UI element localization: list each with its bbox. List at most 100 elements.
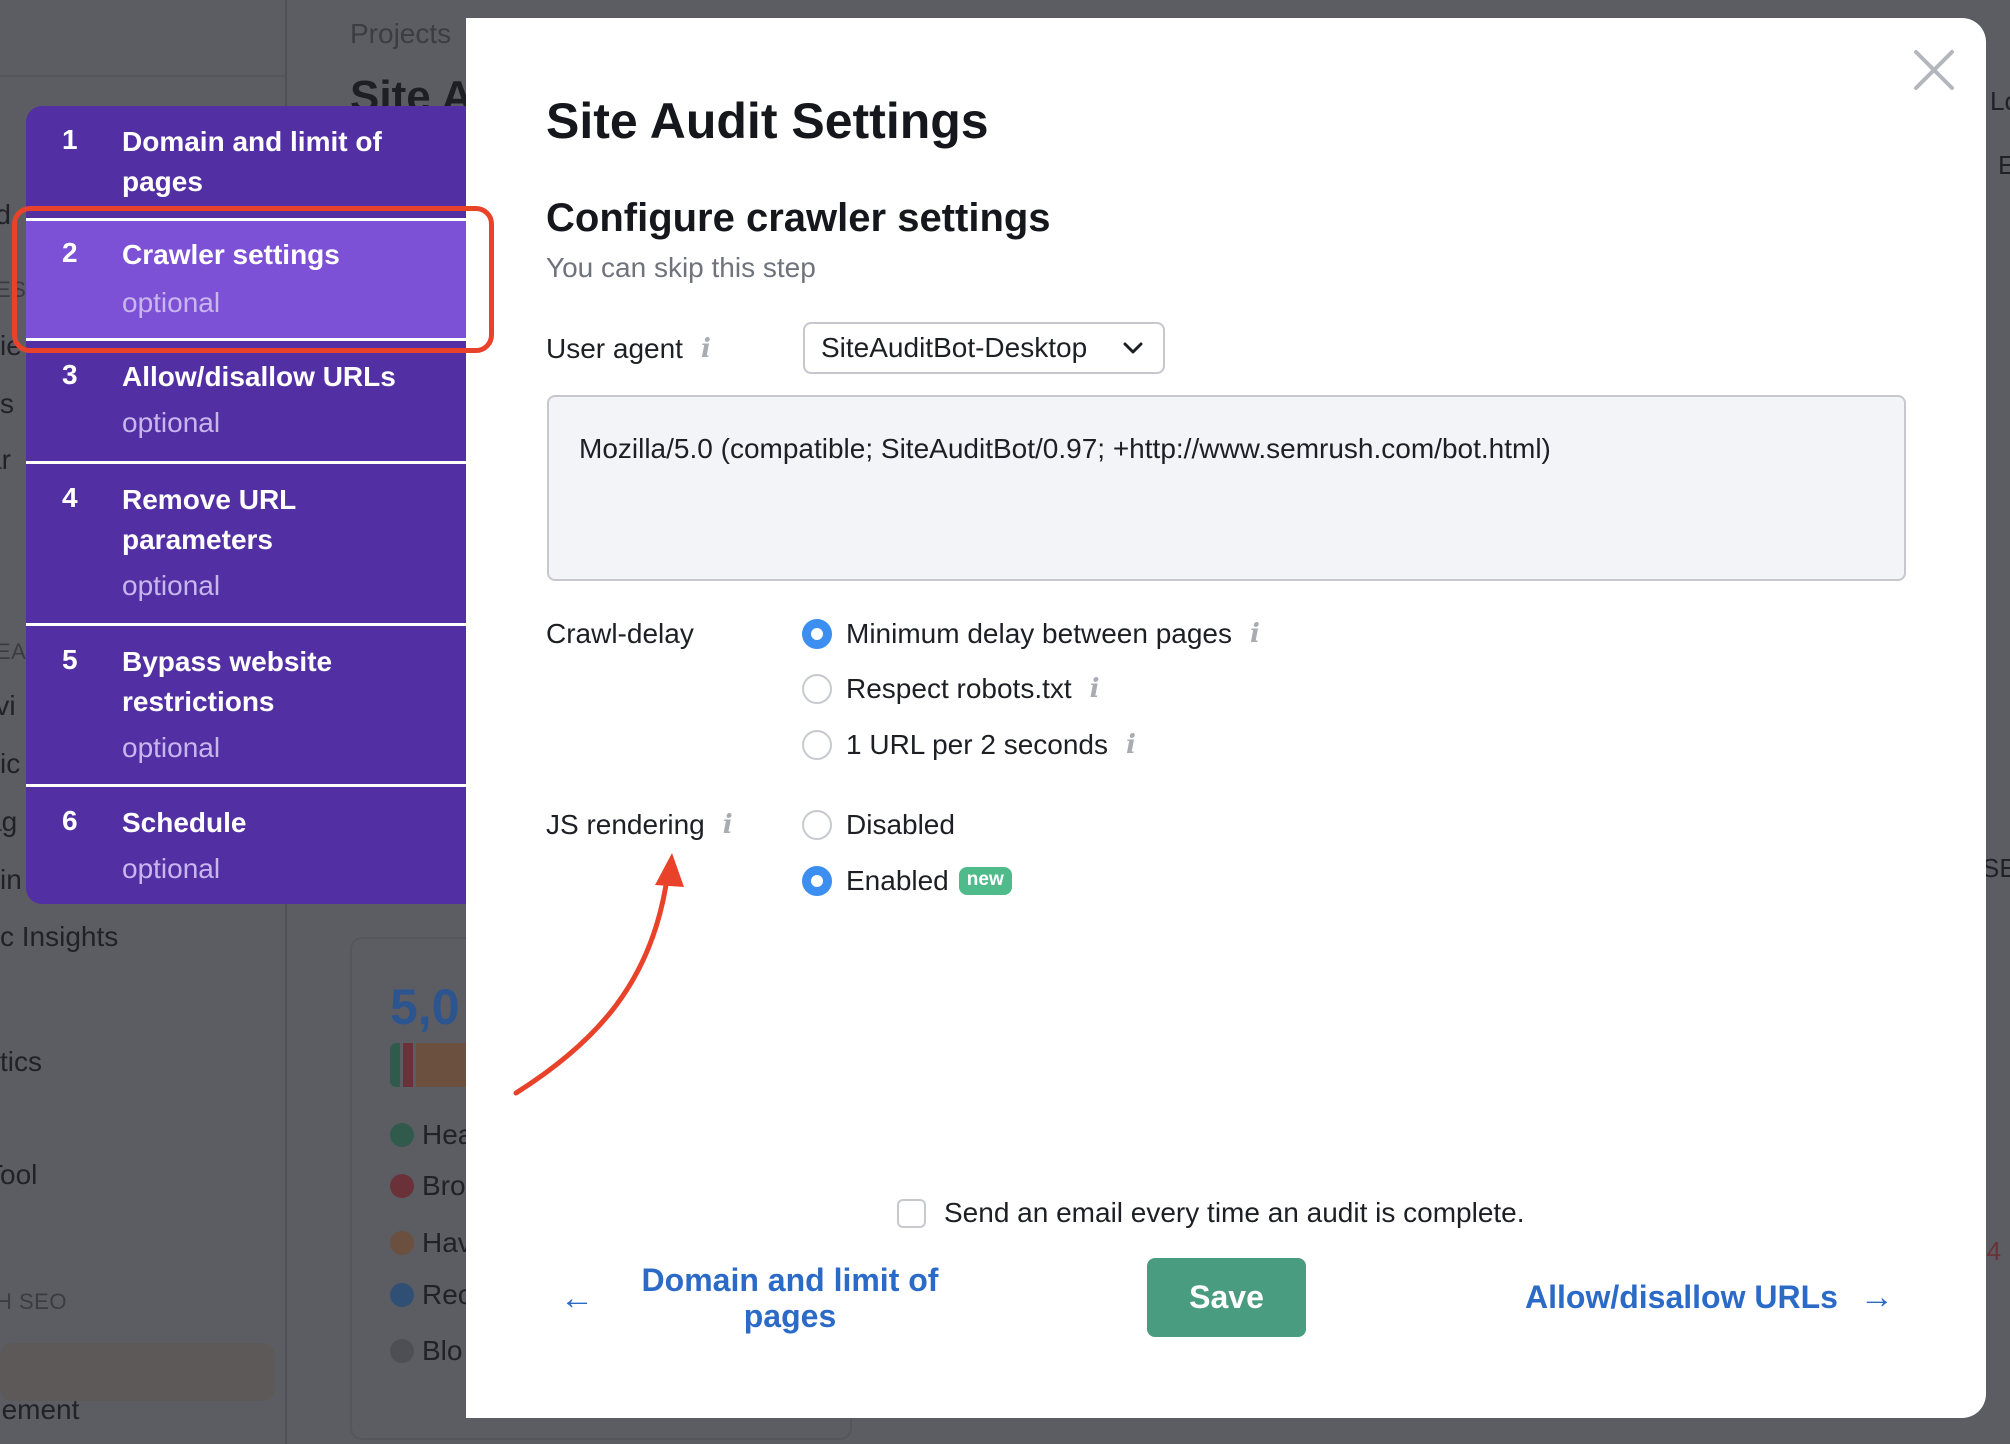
radio-one-url-per-2-seconds[interactable]: 1 URL per 2 seconds i (802, 729, 1136, 761)
user-agent-select[interactable]: SiteAuditBot-Desktop (803, 322, 1165, 374)
bar-segment (390, 1043, 400, 1087)
arrow-left-icon: ← (560, 1278, 594, 1317)
email-notification-checkbox-row[interactable]: Send an email every time an audit is com… (897, 1197, 1525, 1229)
step-number: 3 (62, 359, 78, 390)
bar-segment (403, 1043, 413, 1087)
email-notification-label: Send an email every time an audit is com… (944, 1197, 1525, 1228)
step-optional-label: optional (122, 407, 221, 438)
radio-button[interactable] (802, 810, 832, 840)
background-sidebar-item: c Insights (0, 921, 119, 952)
modal-title: Site Audit Settings (546, 93, 989, 149)
background-sidebar-item: gement (0, 1394, 80, 1425)
step-title: Bypass website restrictions (122, 646, 333, 717)
background-right-text: SEC (1982, 853, 2010, 883)
step-number: 1 (62, 124, 78, 155)
next-button[interactable]: Allow/disallow URLs → (1525, 1278, 1894, 1317)
step-bypass-website-restrictions[interactable]: 5 Bypass website restrictions optional (26, 626, 466, 784)
legend-label: Bro (422, 1170, 466, 1201)
step-schedule[interactable]: 6 Schedule optional (26, 787, 466, 904)
chevron-down-icon (1123, 342, 1143, 354)
background-sidebar-item: ytics (0, 1046, 42, 1077)
background-right-text: Lo (1990, 86, 2010, 116)
arrow-right-icon: → (1859, 1278, 1894, 1316)
crawl-delay-label-text: Crawl-delay (546, 618, 694, 649)
background-sidebar-item: ag (0, 806, 18, 837)
background-legend-item: Hav (390, 1227, 472, 1259)
background-sidebar-highlight (0, 1343, 275, 1401)
back-button[interactable]: ← Domain and limit of pages (560, 1258, 960, 1338)
radio-label: Respect robots.txt (846, 673, 1072, 704)
radio-minimum-delay[interactable]: Minimum delay between pages i (802, 618, 1260, 650)
save-button[interactable]: Save (1147, 1258, 1306, 1337)
step-remove-url-parameters[interactable]: 4 Remove URL parameters optional (26, 464, 466, 623)
info-icon[interactable]: i (1250, 619, 1260, 649)
radio-button-checked[interactable] (802, 866, 832, 896)
radio-button-checked[interactable] (802, 619, 832, 649)
step-optional-label: optional (122, 853, 221, 884)
radio-label: Disabled (846, 809, 955, 840)
step-number: 6 (62, 805, 78, 836)
step-title: Schedule (122, 807, 247, 838)
radio-button[interactable] (802, 730, 832, 760)
background-sidebar-item: rd (0, 199, 11, 230)
step-title: Allow/disallow URLs (122, 361, 396, 392)
js-rendering-label-group: JS rendering i (546, 809, 733, 841)
user-agent-string-field[interactable]: Mozilla/5.0 (compatible; SiteAuditBot/0.… (547, 395, 1906, 581)
background-sidebar-item: kin (0, 864, 22, 895)
legend-label: Rec (422, 1279, 472, 1310)
background-breadcrumb: Projects (350, 18, 452, 49)
background-sidebar-caption: H SEO (0, 1289, 67, 1314)
section-title: Configure crawler settings (546, 196, 1051, 240)
background-sidebar-item: ic (0, 748, 21, 779)
user-agent-select-value: SiteAuditBot-Desktop (821, 332, 1088, 363)
annotation-highlight-box (12, 206, 494, 353)
background-big-number: 5,0 (390, 979, 460, 1035)
info-icon[interactable]: i (1090, 674, 1100, 704)
close-icon (1914, 50, 1954, 90)
user-agent-label: User agent (546, 333, 683, 364)
radio-label: Enabled (846, 865, 949, 896)
background-sidebar-item: ar (0, 444, 11, 475)
user-agent-label-group: User agent i (546, 333, 711, 365)
info-icon[interactable]: i (1126, 730, 1136, 760)
step-number: 4 (62, 482, 78, 513)
background-sidebar-header (0, 0, 285, 77)
background-legend-item: Bro (390, 1170, 466, 1202)
back-button-label: Domain and limit of pages (641, 1262, 939, 1334)
step-allow-disallow-urls[interactable]: 3 Allow/disallow URLs optional (26, 341, 466, 461)
legend-dot-icon (390, 1174, 414, 1198)
legend-label: Hav (422, 1227, 472, 1258)
background-sidebar-item: cs (0, 388, 14, 419)
background-legend-item: Blo (390, 1335, 462, 1367)
legend-dot-icon (390, 1339, 414, 1363)
next-button-label: Allow/disallow URLs (1525, 1279, 1838, 1315)
info-icon[interactable]: i (701, 334, 711, 364)
radio-label: Minimum delay between pages (846, 618, 1232, 649)
info-icon[interactable]: i (723, 810, 733, 840)
background-legend-item: Hea (390, 1119, 473, 1151)
background-sidebar-item: rvi (0, 690, 16, 721)
radio-respect-robots[interactable]: Respect robots.txt i (802, 673, 1100, 705)
section-subtitle: You can skip this step (546, 252, 816, 283)
legend-dot-icon (390, 1123, 414, 1147)
radio-js-disabled[interactable]: Disabled (802, 809, 955, 841)
step-optional-label: optional (122, 570, 221, 601)
radio-js-enabled[interactable]: Enabled new (802, 865, 1012, 897)
legend-dot-icon (390, 1283, 414, 1307)
crawl-delay-label: Crawl-delay (546, 618, 694, 650)
background-sidebar-item: Tool (0, 1159, 38, 1190)
step-domain-and-limit[interactable]: 1 Domain and limit of pages (26, 106, 466, 218)
background-right-text: E (1998, 150, 2010, 180)
radio-label: 1 URL per 2 seconds (846, 729, 1108, 760)
email-notification-checkbox[interactable] (897, 1198, 926, 1228)
step-number: 5 (62, 644, 78, 675)
close-button[interactable] (1912, 48, 1956, 92)
step-title: Domain and limit of pages (122, 126, 382, 197)
step-optional-label: optional (122, 732, 221, 763)
step-title: Remove URL parameters (122, 484, 296, 555)
legend-dot-icon (390, 1231, 414, 1255)
legend-label: Blo (422, 1335, 463, 1366)
js-rendering-label: JS rendering (546, 809, 705, 840)
background-legend-item: Rec (390, 1279, 472, 1311)
radio-button[interactable] (802, 674, 832, 704)
